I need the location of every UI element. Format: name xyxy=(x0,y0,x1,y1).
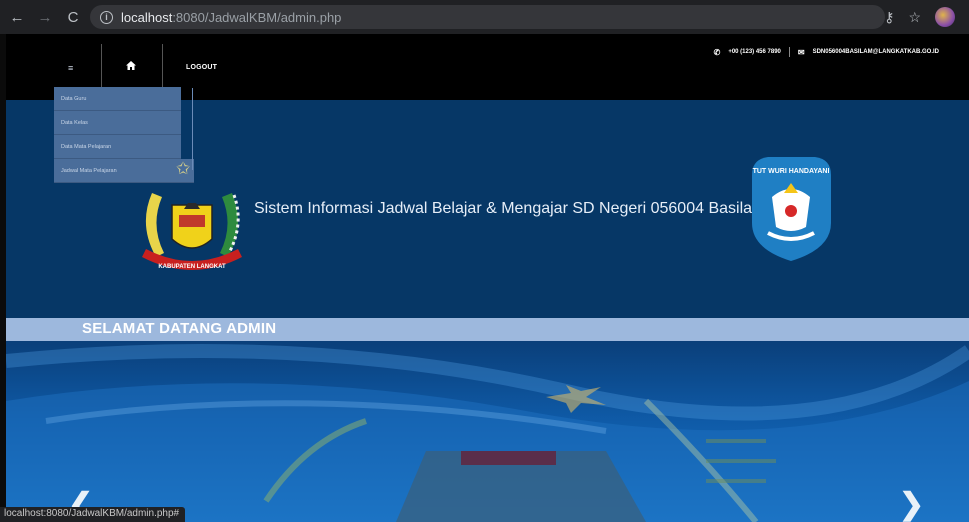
slider-image xyxy=(6,344,969,522)
menu-item-data-mata-pelajaran[interactable]: Data Mata Pelajaran xyxy=(54,135,181,159)
info-icon[interactable]: i xyxy=(100,10,113,24)
page: ← → C i localhost :8080/JadwalKBM/admin.… xyxy=(0,0,969,522)
browser-toolbar: ← → C i localhost :8080/JadwalKBM/admin.… xyxy=(0,0,969,34)
menu-icon[interactable]: ≡ xyxy=(68,63,73,73)
contact-divider xyxy=(788,47,790,57)
back-icon[interactable]: ← xyxy=(6,9,28,26)
chevron-right-icon[interactable]: ❯ xyxy=(899,487,924,522)
contact-info: ✆ +00 (123) 456 7890 ✉ SDN056004BASILAM@… xyxy=(714,47,939,57)
menu-item-jadwal-mata-pelajaran[interactable]: Jadwal Mata Pelajaran xyxy=(54,159,194,183)
phone-number: +00 (123) 456 7890 xyxy=(728,49,781,55)
menu-item-data-kelas[interactable]: Data Kelas xyxy=(54,111,181,135)
key-icon[interactable]: ⚷ xyxy=(884,9,894,26)
dropdown-divider xyxy=(192,88,193,170)
forward-icon[interactable]: → xyxy=(34,9,56,26)
mail-icon: ✉ xyxy=(797,47,805,57)
image-slider: ❮ ❯ xyxy=(6,341,969,522)
banner-title: Sistem Informasi Jadwal Belajar & Mengaj… xyxy=(254,200,766,217)
browser-status-url: localhost:8080/JadwalKBM/admin.php# xyxy=(0,507,186,522)
url-host: localhost xyxy=(121,9,173,25)
dropdown-menu: Data Guru Data Kelas Data Mata Pelajaran… xyxy=(54,87,194,183)
address-bar[interactable]: i localhost :8080/JadwalKBM/admin.php xyxy=(90,5,885,29)
logout-link[interactable]: LOGOUT xyxy=(186,64,217,71)
logo-ribbon-text: KABUPATEN LANGKAT xyxy=(158,264,226,270)
browser-actions: ⚷ ☆ xyxy=(884,7,955,27)
profile-avatar[interactable] xyxy=(935,7,955,27)
home-icon[interactable] xyxy=(126,61,136,73)
reload-icon[interactable]: C xyxy=(62,9,84,26)
tut-wuri-handayani-logo: TUT WURI HANDAYANI xyxy=(752,157,831,261)
phone-icon: ✆ xyxy=(713,47,721,57)
welcome-strip: SELAMAT DATANG ADMIN xyxy=(6,318,969,341)
url-path: :8080/JadwalKBM/admin.php xyxy=(172,9,342,25)
logo-arc-text: TUT WURI HANDAYANI xyxy=(753,168,830,175)
menu-item-data-guru[interactable]: Data Guru xyxy=(54,87,181,111)
cursor-star-icon: ✩ xyxy=(176,159,191,178)
email-address[interactable]: SDN056004BASILAM@LANGKATKAB.GO.ID xyxy=(813,49,939,55)
star-icon[interactable]: ☆ xyxy=(908,9,921,26)
welcome-text: SELAMAT DATANG ADMIN xyxy=(82,320,277,337)
